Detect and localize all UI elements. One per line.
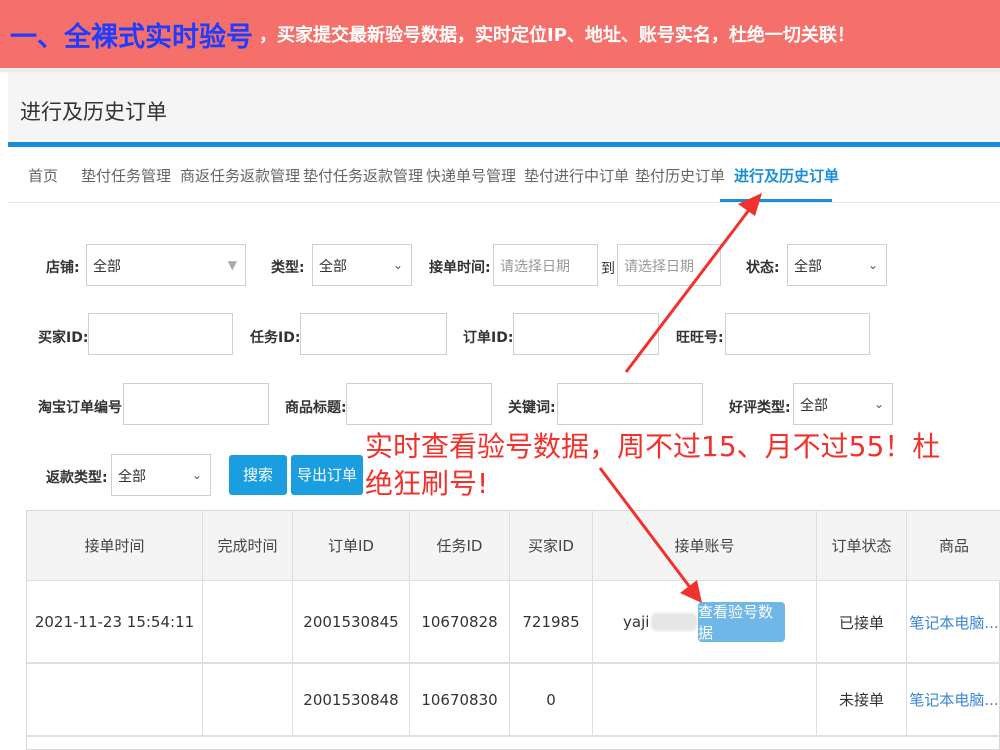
cell-account [593,664,817,735]
refund-type-select[interactable]: 全部 ⌄ [111,454,211,496]
account-prefix: yaji [623,613,650,631]
promo-banner: 一、全裸式实时验号 ，买家提交最新验号数据，实时定位IP、地址、账号实名，杜绝一… [0,0,1000,68]
status-select-value: 全部 [794,259,822,275]
tab-home[interactable]: 首页 [28,165,58,186]
col-header-account: 接单账号 [593,511,817,581]
banner-headline: 一、全裸式实时验号 [10,21,253,53]
col-header-finish-time: 完成时间 [203,511,293,581]
col-header-product: 商品 [907,511,1000,581]
chevron-down-icon: ⌄ [392,258,403,272]
shop-select-value: 全部 [93,259,121,275]
product-title-label: 商品标题: [285,400,347,416]
type-select-value: 全部 [319,259,347,275]
cell-order-id: 2001530848 [293,664,410,735]
annotation-text: 实时查看验号数据，周不过15、月不过55！杜绝狂刷号! [365,430,941,500]
refund-type-value: 全部 [118,469,146,485]
cell-status: 未接单 [817,664,907,735]
cell-status: 已接单 [817,581,907,663]
end-date-placeholder: 请选择日期 [624,259,694,275]
order-time-end-input[interactable]: 请选择日期 [617,244,721,286]
col-header-task-id: 任务ID [410,511,510,581]
page-header: 进行及历史订单 [8,72,1000,142]
tab-advance-history-orders[interactable]: 垫付历史订单 [635,165,725,186]
col-header-buyer-id: 买家ID [510,511,593,581]
review-type-value: 全部 [800,398,828,414]
keyword-label: 关键词: [508,400,556,416]
col-header-accept-time: 接单时间 [27,511,203,581]
wangwang-label: 旺旺号: [676,330,724,346]
type-label: 类型: [271,260,305,276]
buyer-id-label: 买家ID: [38,330,89,346]
banner-subline: ，买家提交最新验号数据，实时定位IP、地址、账号实名，杜绝一切关联！ [259,25,855,46]
chevron-down-icon: ⌄ [867,258,878,272]
col-header-order-id: 订单ID [293,511,410,581]
search-button[interactable]: 搜索 [229,455,287,495]
tab-ongoing-and-history-orders[interactable]: 进行及历史订单 [734,165,839,186]
cell-task-id: 10670830 [410,664,510,735]
tab-rebate-refund-mgmt[interactable]: 商返任务返款管理 [180,165,300,186]
cell-product-link[interactable]: 笔记本电脑... [907,581,1000,663]
cell-product-link[interactable]: 笔记本电脑... [907,664,1000,735]
review-type-select[interactable]: 全部 ⌄ [793,383,893,425]
tab-advance-ongoing-orders[interactable]: 垫付进行中订单 [524,165,629,186]
order-id-input[interactable] [513,313,659,355]
row-divider [27,735,1000,737]
task-id-label: 任务ID: [250,330,301,346]
order-id-label: 订单ID: [463,330,514,346]
tab-express-number-mgmt[interactable]: 快递单号管理 [426,165,516,186]
cell-buyer-id: 0 [510,664,593,735]
tab-advance-task-mgmt[interactable]: 垫付任务管理 [81,165,171,186]
status-label: 状态: [746,260,780,276]
view-verification-data-button[interactable]: 查看验号数据 [698,602,785,642]
cell-accept-time: 2021-11-23 15:54:11 [27,581,203,663]
review-type-label: 好评类型: [729,400,791,416]
start-date-placeholder: 请选择日期 [500,259,570,275]
chevron-down-icon: ⌄ [191,468,202,482]
date-range-to: 到 [601,261,615,277]
cell-task-id: 10670828 [410,581,510,663]
cell-finish-time [203,581,293,663]
buyer-id-input[interactable] [88,313,233,355]
task-id-input[interactable] [300,313,447,355]
cell-accept-time [27,664,203,735]
chevron-down-icon: ▼ [227,258,237,272]
product-title-input[interactable] [346,383,492,425]
tab-bar: 首页 垫付任务管理 商返任务返款管理 垫付任务返款管理 快递单号管理 垫付进行中… [8,147,1000,203]
order-time-start-input[interactable]: 请选择日期 [493,244,598,286]
chevron-down-icon: ⌄ [873,397,884,411]
keyword-input[interactable] [557,383,703,425]
col-header-status: 订单状态 [817,511,907,581]
tab-advance-refund-mgmt[interactable]: 垫付任务返款管理 [303,165,423,186]
shop-label: 店铺: [46,260,80,276]
status-select[interactable]: 全部 ⌄ [787,244,887,286]
taobao-order-label: 淘宝订单编号: [38,400,128,416]
cell-finish-time [203,664,293,735]
redacted-account [651,613,698,631]
type-select[interactable]: 全部 ⌄ [312,244,412,286]
shop-select[interactable]: 全部 ▼ [86,244,246,286]
orders-table: 接单时间 完成时间 订单ID 任务ID 买家ID 接单账号 订单状态 商品 20… [26,510,1000,750]
refund-type-label: 返款类型: [46,470,108,486]
taobao-order-input[interactable] [123,383,269,425]
export-orders-button[interactable]: 导出订单 [291,455,363,495]
wangwang-input[interactable] [725,313,870,355]
cell-order-id: 2001530845 [293,581,410,663]
order-time-label: 接单时间: [429,260,491,276]
cell-buyer-id: 721985 [510,581,593,663]
page-title: 进行及历史订单 [20,100,167,124]
active-tab-indicator [720,199,832,202]
